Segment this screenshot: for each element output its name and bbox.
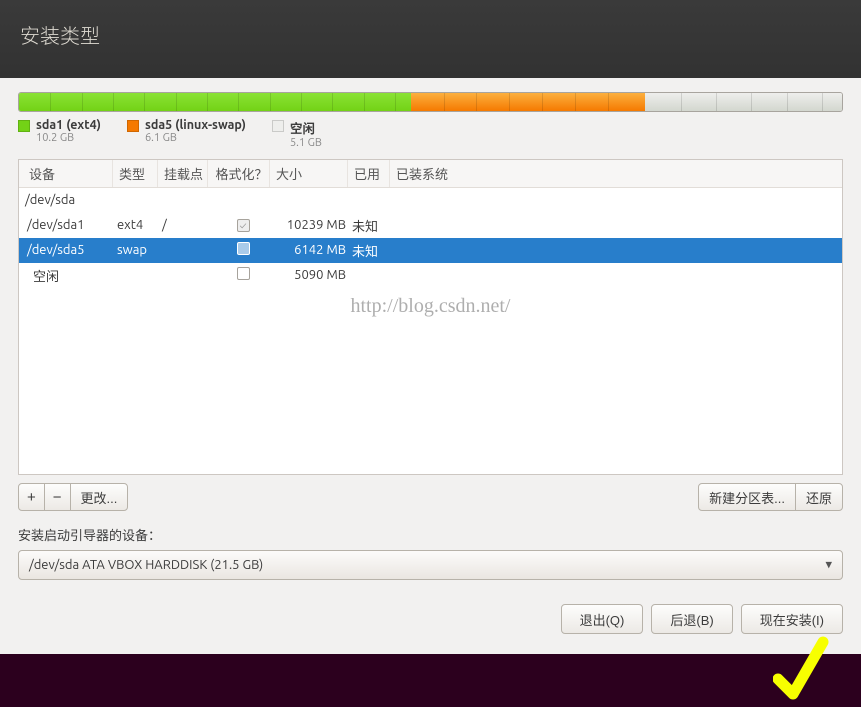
add-partition-button[interactable]: + — [18, 483, 45, 511]
disk-usage-bar — [18, 92, 843, 112]
col-system[interactable]: 已装系统 — [390, 160, 470, 187]
partition-toolbar: + − 更改... 新建分区表... 还原 — [18, 483, 843, 511]
cell-mount: / — [162, 218, 212, 232]
install-now-button[interactable]: 现在安装(I) — [741, 604, 843, 634]
cell-device: 空闲 — [27, 266, 117, 285]
cell-size: 5090 MB — [274, 268, 352, 282]
cell-type: swap — [117, 243, 162, 257]
remove-partition-button[interactable]: − — [44, 483, 71, 511]
right-buttons: 新建分区表... 还原 — [698, 483, 843, 511]
cell-used: 未知 — [352, 216, 394, 235]
legend-size: 6.1 GB — [145, 132, 246, 144]
disk-seg-sda5 — [411, 93, 646, 111]
cell-format — [212, 267, 274, 283]
col-mount[interactable]: 挂载点 — [158, 160, 208, 187]
page-title: 安装类型 — [20, 20, 841, 49]
legend-name: 空闲 — [290, 118, 322, 137]
change-partition-button[interactable]: 更改... — [70, 483, 129, 511]
swatch-icon — [272, 120, 284, 132]
checkbox-icon[interactable] — [237, 267, 250, 280]
legend-size: 10.2 GB — [36, 132, 101, 144]
swatch-icon — [127, 120, 139, 132]
cell-device: /dev/sda1 — [27, 218, 117, 232]
watermark: http://blog.csdn.net/ — [19, 295, 842, 318]
annotation-checkmark-icon — [773, 634, 833, 707]
col-used[interactable]: 已用 — [348, 160, 390, 187]
dropdown-value: /dev/sda ATA VBOX HARDDISK (21.5 GB) — [29, 558, 263, 572]
disk-seg-free — [645, 93, 842, 111]
table-header: 设备 类型 挂载点 格式化？ 大小 已用 已装系统 — [19, 160, 842, 188]
disk-seg-sda1 — [19, 93, 411, 111]
chevron-down-icon: ▾ — [825, 558, 832, 573]
legend-sda1: sda1 (ext4) 10.2 GB — [18, 118, 101, 149]
table-row[interactable]: /dev/sda — [19, 188, 842, 213]
swatch-icon — [18, 120, 30, 132]
left-buttons: + − 更改... — [18, 483, 128, 511]
checkbox-icon[interactable]: ✓ — [237, 219, 250, 232]
partition-table: 设备 类型 挂载点 格式化？ 大小 已用 已装系统 /dev/sda /dev/… — [18, 159, 843, 475]
cell-device: /dev/sda5 — [27, 243, 117, 257]
legend-sda5: sda5 (linux-swap) 6.1 GB — [127, 118, 246, 149]
table-row[interactable]: /dev/sda1 ext4 / ✓ 10239 MB 未知 — [19, 213, 842, 238]
checkbox-icon[interactable] — [237, 242, 250, 255]
bootloader-device-dropdown[interactable]: /dev/sda ATA VBOX HARDDISK (21.5 GB) ▾ — [18, 550, 843, 580]
disk-legend: sda1 (ext4) 10.2 GB sda5 (linux-swap) 6.… — [18, 118, 843, 149]
cell-size: 6142 MB — [274, 243, 352, 257]
legend-name: sda5 (linux-swap) — [145, 118, 246, 132]
new-partition-table-button[interactable]: 新建分区表... — [698, 483, 796, 511]
cell-used: 未知 — [352, 241, 394, 260]
cell-size: 10239 MB — [274, 218, 352, 232]
col-device[interactable]: 设备 — [23, 160, 113, 187]
col-type[interactable]: 类型 — [113, 160, 158, 187]
dialog-content: sda1 (ext4) 10.2 GB sda5 (linux-swap) 6.… — [0, 78, 861, 654]
back-button[interactable]: 后退(B) — [651, 604, 732, 634]
cell-type: ext4 — [117, 218, 162, 232]
table-row[interactable]: 空闲 5090 MB — [19, 263, 842, 288]
cell-device: /dev/sda — [25, 193, 75, 207]
cell-format — [212, 242, 274, 258]
quit-button[interactable]: 退出(Q) — [561, 604, 644, 634]
revert-button[interactable]: 还原 — [795, 483, 843, 511]
cell-format: ✓ — [212, 218, 274, 232]
legend-size: 5.1 GB — [290, 137, 322, 149]
bootloader-label: 安装启动引导器的设备： — [18, 525, 843, 544]
dialog-header: 安装类型 — [0, 0, 861, 78]
legend-free: 空闲 5.1 GB — [272, 118, 322, 149]
footer-buttons: 退出(Q) 后退(B) 现在安装(I) — [18, 604, 843, 634]
col-size[interactable]: 大小 — [270, 160, 348, 187]
col-format[interactable]: 格式化？ — [208, 160, 270, 187]
table-row[interactable]: /dev/sda5 swap 6142 MB 未知 — [19, 238, 842, 263]
legend-name: sda1 (ext4) — [36, 118, 101, 132]
